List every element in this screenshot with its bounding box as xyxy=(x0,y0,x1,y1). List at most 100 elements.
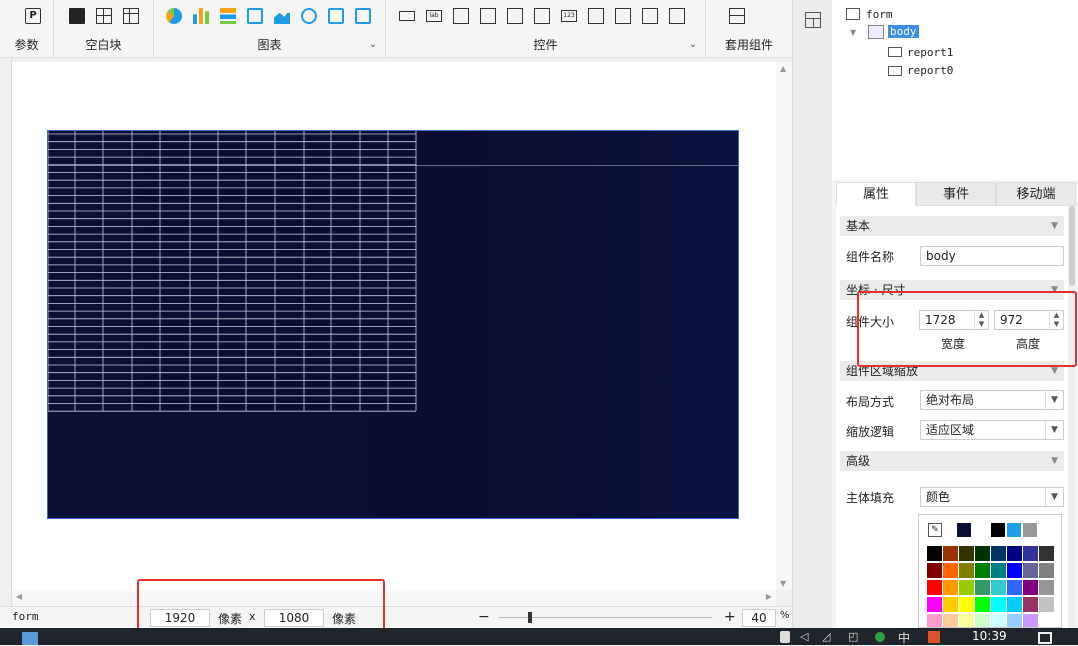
chevron-down-icon[interactable]: ▼ xyxy=(1045,391,1063,409)
tab-layout-icon[interactable] xyxy=(123,8,139,24)
tree-node-form[interactable]: form xyxy=(866,8,893,21)
area-chart-icon[interactable] xyxy=(274,9,290,24)
color-swatch[interactable] xyxy=(959,580,974,595)
checkbox-group-icon[interactable] xyxy=(642,8,658,24)
color-swatch[interactable] xyxy=(1023,563,1038,578)
color-swatch[interactable] xyxy=(1039,523,1053,537)
color-swatch[interactable] xyxy=(1007,563,1022,578)
number-icon[interactable]: 123 xyxy=(561,10,577,22)
color-swatch[interactable] xyxy=(1039,614,1054,627)
clock[interactable]: 10:39 xyxy=(972,629,1007,643)
color-swatch[interactable] xyxy=(1023,546,1038,561)
color-swatch[interactable] xyxy=(959,597,974,612)
color-swatch[interactable] xyxy=(927,546,942,561)
color-swatch[interactable] xyxy=(991,580,1006,595)
color-swatch[interactable] xyxy=(1039,563,1054,578)
color-swatch[interactable] xyxy=(927,580,942,595)
tree-node-report0[interactable]: report0 xyxy=(907,64,953,77)
color-swatch[interactable] xyxy=(957,523,971,537)
color-swatch[interactable] xyxy=(977,523,991,537)
eyedropper-icon[interactable]: ✎ xyxy=(928,523,942,537)
tab-mobile[interactable]: 移动端 xyxy=(996,182,1076,206)
layout-select[interactable]: 绝对布局 ▼ xyxy=(920,390,1064,410)
color-swatch[interactable] xyxy=(1023,597,1038,612)
color-swatch[interactable] xyxy=(991,563,1006,578)
query-icon[interactable] xyxy=(669,8,685,24)
ime-indicator[interactable]: 中 xyxy=(898,629,910,646)
scroll-left-icon[interactable]: ◀ xyxy=(16,592,22,601)
button-icon[interactable] xyxy=(399,11,415,21)
color-swatch[interactable] xyxy=(975,597,990,612)
textbox-icon[interactable] xyxy=(453,8,469,24)
color-swatch[interactable] xyxy=(943,563,958,578)
expand-icon[interactable]: ▼ xyxy=(1051,451,1058,471)
chevron-down-icon[interactable]: ▼ xyxy=(1045,421,1063,439)
layout-icon[interactable] xyxy=(805,12,821,28)
color-swatch[interactable] xyxy=(927,597,942,612)
color-swatch[interactable] xyxy=(927,563,942,578)
combobox-icon[interactable] xyxy=(480,8,496,24)
scale-logic-select[interactable]: 适应区域 ▼ xyxy=(920,420,1064,440)
color-swatch[interactable] xyxy=(1007,614,1022,627)
scroll-right-icon[interactable]: ▶ xyxy=(766,592,772,601)
section-advanced[interactable]: 高级 ▼ xyxy=(840,451,1064,471)
color-swatch[interactable] xyxy=(927,614,942,627)
shield-icon[interactable] xyxy=(780,631,790,643)
line-chart-icon[interactable] xyxy=(247,8,263,24)
chevron-down-icon[interactable]: ⌄ xyxy=(369,39,377,50)
app-icon[interactable] xyxy=(22,632,38,645)
color-swatch[interactable] xyxy=(1007,523,1021,537)
color-swatch[interactable] xyxy=(943,546,958,561)
zoom-in-button[interactable]: + xyxy=(724,609,736,625)
collapse-icon[interactable]: ▼ xyxy=(850,28,856,37)
radar-chart-icon[interactable] xyxy=(328,8,344,24)
param-group[interactable]: P 参数 xyxy=(0,0,54,58)
expand-icon[interactable]: ▼ xyxy=(1051,216,1058,236)
notification-icon[interactable] xyxy=(1038,632,1052,644)
split-layout-icon[interactable] xyxy=(96,8,112,24)
section-basic[interactable]: 基本 ▼ xyxy=(840,216,1064,236)
parameter-icon[interactable]: P xyxy=(25,8,41,24)
color-swatch[interactable] xyxy=(975,563,990,578)
tab-events[interactable]: 事件 xyxy=(916,182,996,206)
color-swatch[interactable] xyxy=(1039,546,1054,561)
color-swatch[interactable] xyxy=(1007,597,1022,612)
radio-group-icon[interactable] xyxy=(615,8,631,24)
bar-chart-icon[interactable] xyxy=(193,8,209,24)
textarea-icon[interactable] xyxy=(588,8,604,24)
color-swatch[interactable] xyxy=(959,563,974,578)
color-swatch[interactable] xyxy=(975,614,990,627)
color-swatch[interactable] xyxy=(1007,546,1022,561)
speaker-icon[interactable]: ◁ xyxy=(800,630,808,643)
date-icon[interactable] xyxy=(534,8,550,24)
color-swatch[interactable] xyxy=(943,597,958,612)
horizontal-bar-icon[interactable] xyxy=(220,8,236,24)
color-swatch[interactable] xyxy=(1007,580,1022,595)
color-swatch[interactable] xyxy=(1023,580,1038,595)
network-icon[interactable]: ◿ xyxy=(822,630,830,643)
vertical-scrollbar[interactable]: ▲ ▼ xyxy=(776,62,792,590)
color-swatch[interactable] xyxy=(1023,614,1038,627)
color-swatch[interactable] xyxy=(1023,523,1037,537)
color-swatch[interactable] xyxy=(959,614,974,627)
zoom-input[interactable]: 40 xyxy=(742,609,776,627)
component-name-input[interactable]: body xyxy=(920,246,1064,266)
color-swatch[interactable] xyxy=(1039,597,1054,612)
gauge-icon[interactable] xyxy=(301,8,317,24)
tree-node-body[interactable]: body xyxy=(888,25,919,38)
chevron-down-icon[interactable]: ▼ xyxy=(1045,488,1063,506)
app-tray-icon[interactable] xyxy=(928,631,940,643)
color-swatch[interactable] xyxy=(991,523,1005,537)
status-icon[interactable] xyxy=(875,632,885,642)
color-swatch[interactable] xyxy=(1039,580,1054,595)
horizontal-scrollbar[interactable]: ◀ ▶ xyxy=(12,590,776,606)
tab-properties[interactable]: 属性 xyxy=(836,182,916,206)
message-icon[interactable]: ◰ xyxy=(848,630,858,643)
color-swatch[interactable] xyxy=(991,614,1006,627)
tree-node-report1[interactable]: report1 xyxy=(907,46,953,59)
color-swatch[interactable] xyxy=(975,546,990,561)
scatter-chart-icon[interactable] xyxy=(355,8,371,24)
color-swatch[interactable] xyxy=(959,546,974,561)
color-swatch[interactable] xyxy=(943,580,958,595)
tree-combobox-icon[interactable] xyxy=(507,8,523,24)
